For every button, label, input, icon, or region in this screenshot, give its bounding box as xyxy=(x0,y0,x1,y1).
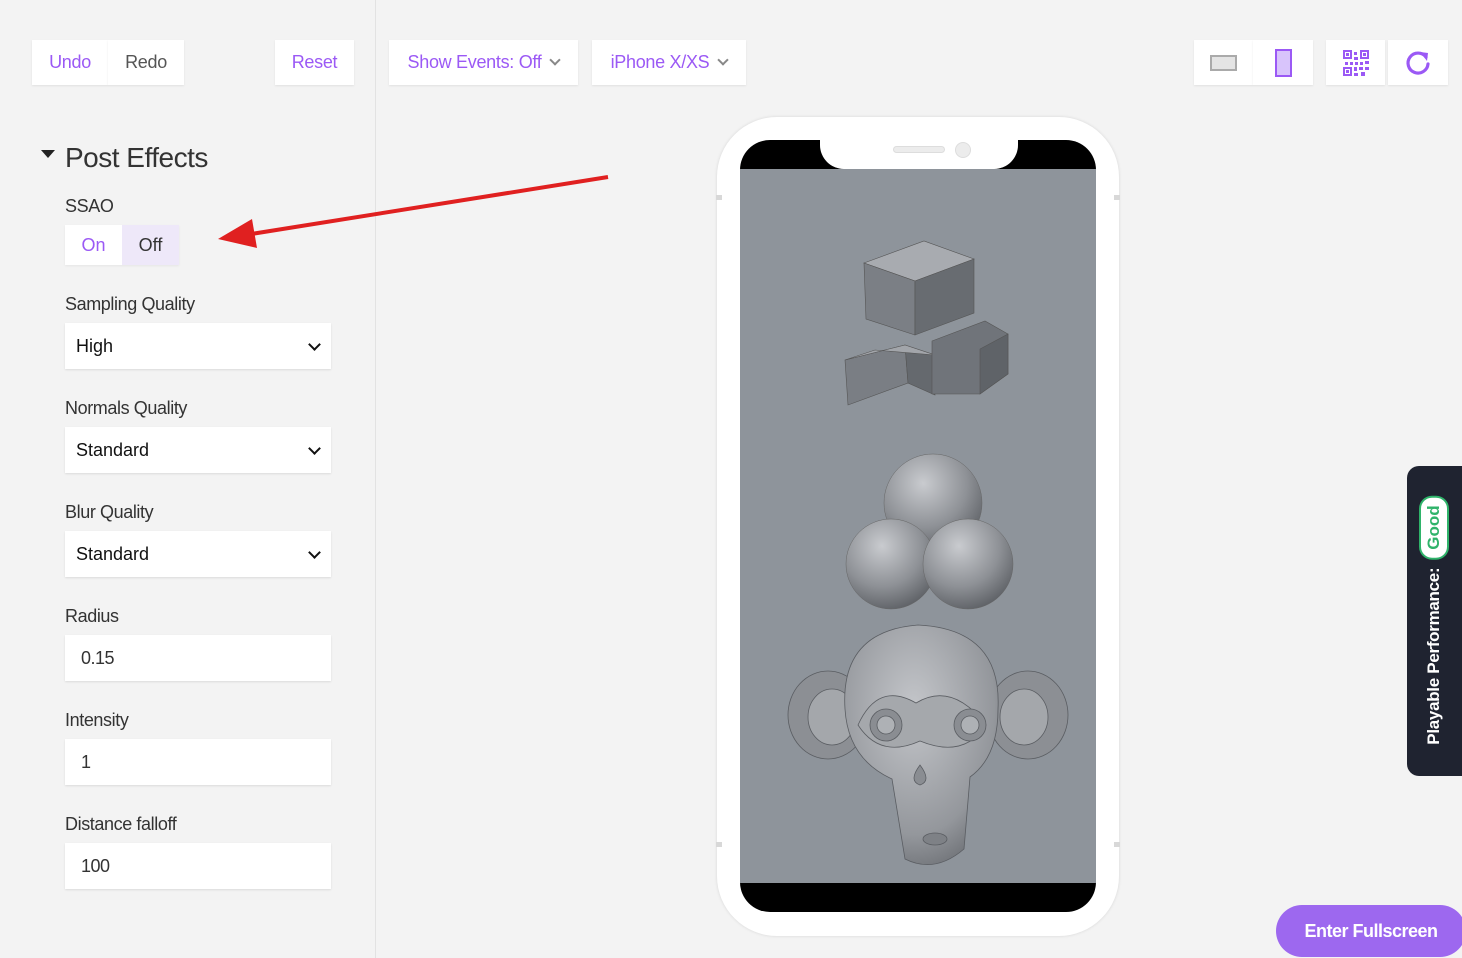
radius-input[interactable]: 0.15 xyxy=(65,635,331,681)
reset-button[interactable]: Reset xyxy=(275,40,354,85)
phone-screen xyxy=(740,140,1096,912)
sampling-quality-select[interactable]: High xyxy=(65,323,331,369)
sidebar-divider xyxy=(375,0,376,958)
phone-side-button xyxy=(716,195,722,200)
landscape-orientation-icon xyxy=(1210,54,1237,71)
intensity-input[interactable]: 1 xyxy=(65,739,331,785)
spheres-object xyxy=(845,453,1014,610)
chevron-down-icon xyxy=(308,546,321,559)
cubes-object xyxy=(844,240,1009,406)
normals-quality-label: Normals Quality xyxy=(65,398,188,418)
collapse-caret-icon[interactable] xyxy=(41,150,55,158)
performance-label: Playable Performance: xyxy=(1424,567,1443,745)
ssao-on-option[interactable]: On xyxy=(65,225,122,265)
landscape-orientation-button[interactable] xyxy=(1194,40,1253,85)
phone-speaker xyxy=(893,146,945,153)
phone-side-button xyxy=(1114,842,1120,847)
chevron-down-icon xyxy=(717,54,730,66)
qr-code-button[interactable] xyxy=(1326,40,1385,85)
blur-quality-value: Standard xyxy=(76,543,150,564)
blur-quality-label: Blur Quality xyxy=(65,502,154,522)
normals-quality-select[interactable]: Standard xyxy=(65,427,331,473)
qr-code-icon xyxy=(1342,49,1369,76)
ssao-toggle[interactable]: On Off xyxy=(65,225,179,265)
sampling-quality-label: Sampling Quality xyxy=(65,294,195,314)
enter-fullscreen-button[interactable]: Enter Fullscreen xyxy=(1276,905,1462,957)
show-events-dropdown[interactable]: Show Events: Off xyxy=(389,40,578,85)
3d-viewport[interactable] xyxy=(740,169,1096,883)
phone-camera xyxy=(955,142,971,158)
intensity-label: Intensity xyxy=(65,710,129,730)
redo-button[interactable]: Redo xyxy=(108,40,184,85)
portrait-orientation-icon xyxy=(1274,48,1292,77)
refresh-button[interactable] xyxy=(1388,40,1448,85)
sampling-quality-value: High xyxy=(76,335,114,356)
distance-falloff-input[interactable]: 100 xyxy=(65,843,331,889)
refresh-icon xyxy=(1406,50,1430,75)
performance-indicator: Playable Performance: Good xyxy=(1419,495,1449,745)
performance-status-badge: Good xyxy=(1419,495,1449,560)
blur-quality-select[interactable]: Standard xyxy=(65,531,331,577)
show-events-label: Show Events: Off xyxy=(407,52,542,72)
ssao-label: SSAO xyxy=(65,196,114,216)
chevron-down-icon xyxy=(549,54,562,66)
3d-scene-render xyxy=(787,240,1069,865)
phone-side-button xyxy=(1114,195,1120,200)
device-dropdown[interactable]: iPhone X/XS xyxy=(592,40,746,85)
annotation-arrow xyxy=(218,175,609,248)
monkey-head-object xyxy=(787,624,1069,865)
undo-button[interactable]: Undo xyxy=(32,40,108,85)
normals-quality-value: Standard xyxy=(76,439,150,460)
device-label: iPhone X/XS xyxy=(610,52,710,72)
distance-falloff-label: Distance falloff xyxy=(65,814,177,834)
chevron-down-icon xyxy=(308,442,321,455)
section-title: Post Effects xyxy=(65,142,208,173)
ssao-off-option[interactable]: Off xyxy=(122,225,179,265)
chevron-down-icon xyxy=(308,338,321,351)
portrait-orientation-button[interactable] xyxy=(1253,40,1313,85)
phone-side-button xyxy=(716,842,722,847)
radius-label: Radius xyxy=(65,606,119,626)
